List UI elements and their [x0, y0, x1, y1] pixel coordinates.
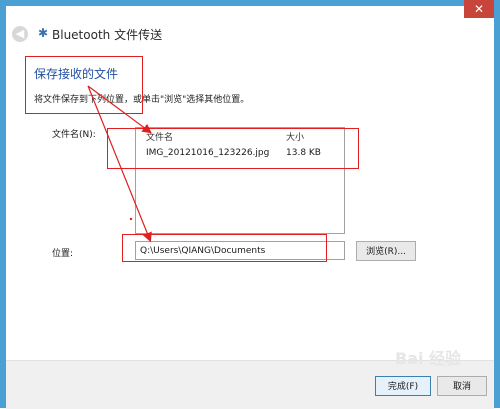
window-frame-top	[0, 0, 500, 6]
dialog-title: Bluetooth 文件传送	[52, 28, 163, 42]
annotation-box-filename	[107, 128, 359, 169]
annotation-dot	[129, 217, 133, 221]
finish-button[interactable]: 完成(F)	[375, 376, 431, 396]
close-button[interactable]: ✕	[464, 0, 494, 18]
annotation-box-heading	[25, 56, 143, 114]
files-label: 文件名(N):	[52, 130, 96, 140]
watermark: Bai 经验	[395, 349, 462, 368]
bluetooth-icon: ✱	[38, 26, 49, 40]
location-label: 位置:	[52, 249, 74, 259]
annotation-box-location	[122, 234, 327, 262]
dialog-header: ◀ ✱ Bluetooth 文件传送	[6, 18, 494, 50]
window-frame-left	[0, 0, 6, 408]
window-frame-right	[494, 0, 500, 408]
browse-button[interactable]: 浏览(R)...	[356, 241, 416, 261]
cancel-button[interactable]: 取消	[437, 376, 487, 396]
back-arrow-icon[interactable]: ◀	[12, 26, 28, 42]
